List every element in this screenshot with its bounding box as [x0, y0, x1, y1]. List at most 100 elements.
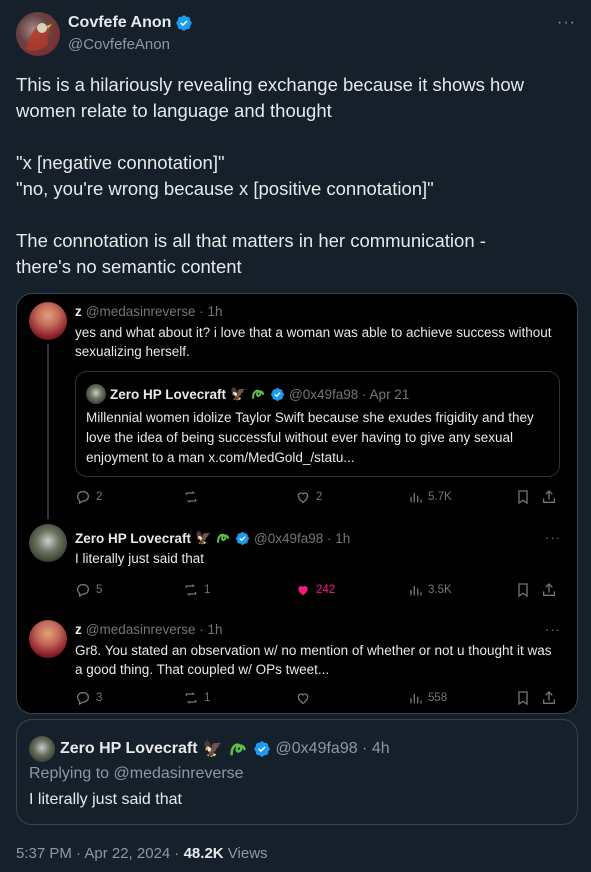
tweet-line: there's no semantic content	[16, 256, 242, 277]
quoted-author-name: Zero HP Lovecraft	[110, 386, 227, 402]
views-button: 5.7K	[407, 489, 452, 505]
share-icon	[543, 490, 555, 503]
quoted-text: Millennial women idolize Taylor Swift be…	[86, 410, 534, 465]
squiggle-emoji-icon	[228, 739, 248, 759]
views-button: 3.5K	[407, 582, 452, 598]
views-count: 558	[428, 692, 448, 704]
more-options-icon: ···	[545, 622, 561, 637]
views-count: 3.5K	[428, 584, 452, 596]
views-count: 5.7K	[428, 491, 452, 503]
repost-button: 1	[183, 582, 210, 598]
reply-avatar	[29, 302, 67, 340]
reply-actions: 3 1 558	[75, 690, 565, 710]
bookmark-button	[515, 690, 531, 706]
timestamp[interactable]: 5:37 PM · Apr 22, 2024 ·	[16, 845, 184, 862]
reply-text: Gr8. You stated an observation w/ no men…	[75, 643, 552, 677]
reply-author-name: Zero HP Lovecraft	[75, 530, 192, 546]
tweet-body: This is a hilariously revealing exchange…	[16, 72, 576, 280]
views-button: 558	[407, 690, 447, 706]
quoted-avatar	[29, 736, 55, 762]
more-options-icon[interactable]: ···	[557, 14, 576, 32]
squiggle-emoji-icon	[215, 530, 231, 546]
views-count: 48.2K	[183, 845, 224, 862]
eagle-emoji-icon: 🦅	[202, 741, 223, 758]
tweet-line: "x [negative connotation]"	[16, 152, 225, 173]
like-button: 2	[295, 489, 322, 505]
verified-badge-icon	[176, 15, 193, 31]
thread-line	[47, 344, 49, 519]
repost-icon	[185, 491, 197, 503]
reply-author-name: z	[75, 304, 82, 319]
views-icon	[410, 586, 422, 596]
quoted-tweet-card: Zero HP Lovecraft 🦅 @0x49fa98 · Apr 21 M…	[75, 371, 560, 477]
like-count: 242	[316, 584, 336, 596]
heart-icon	[297, 693, 309, 705]
comment-icon	[77, 491, 89, 505]
tweet-line	[16, 202, 576, 228]
reply-count: 5	[96, 584, 103, 596]
quoted-author-name: Zero HP Lovecraft	[60, 740, 198, 757]
squiggle-emoji-icon	[250, 386, 266, 402]
reply-count: 2	[96, 491, 103, 503]
views-icon	[410, 493, 422, 503]
reply-text: yes and what about it? i love that a wom…	[75, 325, 552, 359]
tweet-line: This is a hilariously revealing exchange…	[16, 74, 524, 95]
tweet-line: "no, you're wrong because x [positive co…	[16, 178, 434, 199]
reply-author-name: z	[75, 622, 82, 637]
share-button	[541, 690, 557, 706]
reply-button: 3	[75, 690, 102, 706]
share-icon	[543, 583, 555, 596]
bookmark-button	[515, 489, 531, 505]
reply-actions: 5 1 242 3.5K	[75, 582, 565, 602]
quoted-tweet[interactable]: Zero HP Lovecraft 🦅 @0x49fa98 · 4h Reply…	[16, 719, 578, 825]
embedded-screenshot[interactable]: z @medasinreverse · 1h yes and what abou…	[16, 293, 578, 714]
tweet-footer: 5:37 PM · Apr 22, 2024 · 48.2K Views	[16, 845, 268, 862]
quoted-meta: @0x49fa98 · Apr 21	[289, 386, 410, 402]
repost-count: 1	[204, 584, 211, 596]
reply-actions: 2 2 5.7K	[75, 489, 565, 509]
reply-avatar	[29, 620, 67, 658]
like-count: 2	[316, 491, 323, 503]
reply-meta: @medasinreverse · 1h	[85, 622, 223, 637]
like-button: 242	[295, 582, 335, 598]
repost-count: 1	[204, 692, 211, 704]
bookmark-icon	[518, 691, 528, 706]
quoted-meta: @0x49fa98 · 4h	[275, 740, 390, 757]
repost-button	[183, 489, 204, 505]
bookmark-icon	[518, 583, 528, 598]
reply-button: 5	[75, 582, 102, 598]
share-button	[541, 489, 557, 505]
author-name[interactable]: Covfefe Anon	[68, 14, 171, 32]
author-avatar[interactable]	[16, 12, 60, 56]
bookmark-icon	[518, 490, 528, 505]
repost-button: 1	[183, 690, 210, 706]
tweet-line: women relate to language and thought	[16, 100, 332, 121]
reply-meta: @0x49fa98 · 1h	[254, 530, 351, 546]
more-options-icon: ···	[545, 530, 561, 545]
comment-icon	[77, 584, 89, 598]
verified-badge-icon	[253, 741, 270, 757]
reply-meta: @medasinreverse · 1h	[85, 304, 223, 319]
quoted-text: I literally just said that	[29, 791, 182, 808]
quoted-avatar	[86, 384, 106, 404]
bookmark-button	[515, 582, 531, 598]
heart-filled-icon	[298, 586, 308, 596]
heart-icon	[297, 492, 309, 504]
author-handle[interactable]: @CovfefeAnon	[68, 36, 170, 53]
views-label: Views	[223, 845, 268, 862]
views-icon	[410, 694, 422, 704]
reply-count: 3	[96, 692, 103, 704]
tweet-line	[16, 124, 576, 150]
share-button	[541, 582, 557, 598]
reply-text: I literally just said that	[75, 551, 205, 566]
like-button	[295, 690, 316, 706]
tweet-line: The connotation is all that matters in h…	[16, 230, 486, 251]
share-icon	[543, 691, 555, 704]
replying-to-text: Replying to @medasinreverse	[29, 765, 244, 782]
reply-avatar	[29, 524, 67, 562]
reply-button: 2	[75, 489, 102, 505]
verified-badge-icon	[236, 531, 249, 545]
repost-icon	[185, 584, 197, 596]
tweet-header: Covfefe Anon @CovfefeAnon ···	[16, 12, 576, 60]
repost-icon	[185, 692, 197, 704]
